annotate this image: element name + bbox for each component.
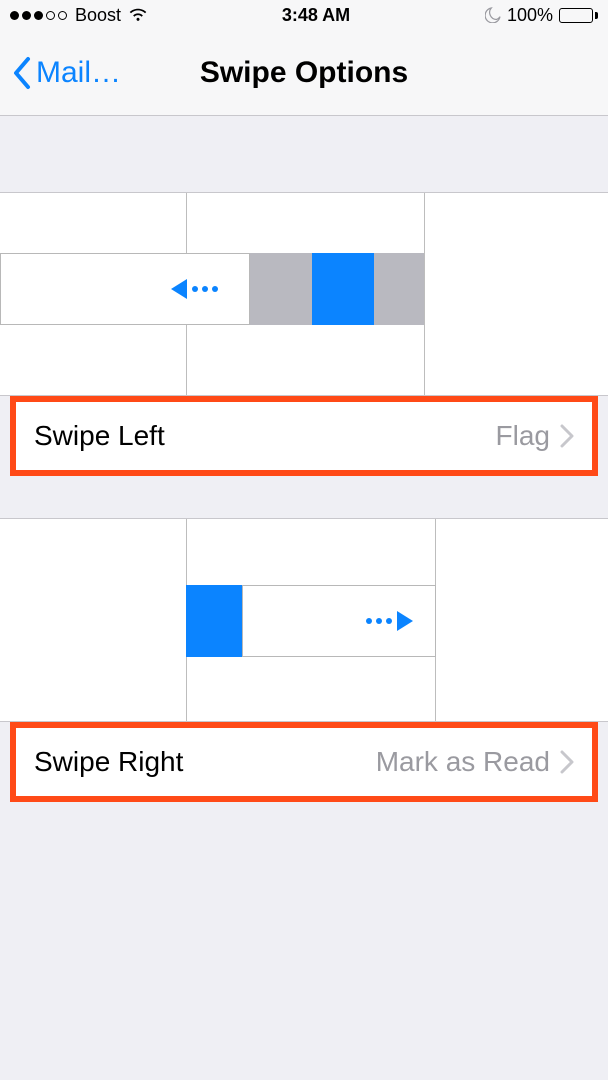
do-not-disturb-icon	[485, 7, 501, 23]
swipe-right-row[interactable]: Swipe Right Mark as Read	[10, 722, 598, 802]
status-bar: Boost 3:48 AM 100%	[0, 0, 608, 30]
swipe-left-value: Flag	[496, 420, 550, 452]
swipe-action-blue	[186, 585, 242, 657]
back-button[interactable]: Mail…	[10, 55, 121, 91]
chevron-right-icon	[560, 424, 574, 448]
chevron-left-icon	[10, 55, 34, 91]
signal-strength-icon	[10, 11, 67, 20]
swipe-cell-white	[242, 585, 436, 657]
swipe-left-illustration	[0, 192, 608, 396]
swipe-cell-white	[0, 253, 250, 325]
status-right: 100%	[485, 5, 598, 26]
swipe-action-gray	[374, 253, 424, 325]
swipe-action-blue	[312, 253, 374, 325]
status-time: 3:48 AM	[282, 5, 350, 26]
battery-icon	[559, 8, 598, 23]
swipe-right-arrow-icon	[357, 609, 413, 633]
chevron-right-icon	[560, 750, 574, 774]
nav-bar: Mail… Swipe Options	[0, 30, 608, 116]
back-label: Mail…	[36, 56, 121, 90]
section-spacer	[0, 476, 608, 518]
carrier-label: Boost	[75, 5, 121, 26]
section-spacer	[0, 116, 608, 192]
swipe-left-label: Swipe Left	[34, 420, 165, 452]
status-left: Boost	[10, 5, 147, 26]
swipe-left-arrow-icon	[171, 277, 227, 301]
swipe-right-label: Swipe Right	[34, 746, 183, 778]
swipe-right-illustration	[0, 518, 608, 722]
swipe-left-row[interactable]: Swipe Left Flag	[10, 396, 598, 476]
wifi-icon	[129, 8, 147, 22]
battery-percent: 100%	[507, 5, 553, 26]
swipe-right-value: Mark as Read	[376, 746, 550, 778]
swipe-action-gray	[250, 253, 312, 325]
